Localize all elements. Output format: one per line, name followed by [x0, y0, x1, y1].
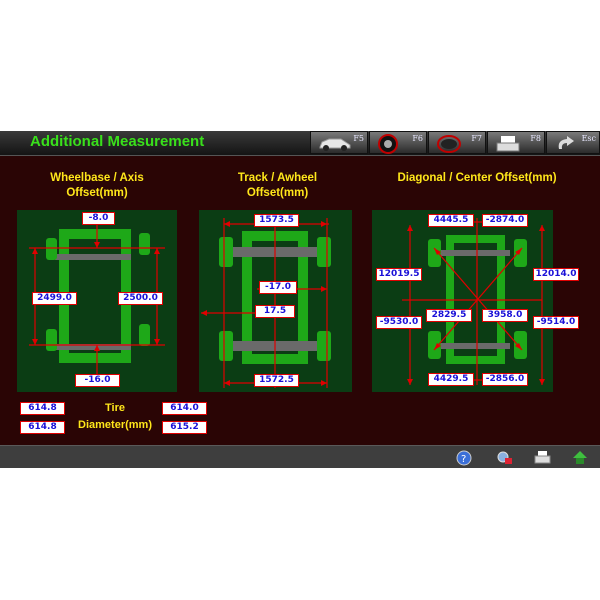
tools-button[interactable]	[496, 449, 513, 466]
wheelbase-top-offset-value: -8.0	[82, 212, 115, 225]
f7-steering-button[interactable]: F7	[428, 131, 486, 154]
tire-rear-left-value: 614.8	[20, 421, 65, 434]
center-offset-left-value: 2829.5	[426, 309, 472, 322]
track-title-line1: Track / Awheel	[237, 172, 318, 184]
f5-car-button[interactable]: F5	[310, 131, 368, 154]
print-icon	[534, 451, 551, 464]
print-button[interactable]	[534, 449, 551, 466]
wheelbase-left-value: 2499.0	[32, 292, 77, 305]
diagonal-right-lower-value: -9514.0	[533, 316, 579, 329]
diagonal-left-upper-value: 12019.5	[376, 268, 422, 281]
wheelbase-title-line1: Wheelbase / Axis	[50, 172, 144, 184]
track-title: Track / Awheel Offset(mm)	[205, 171, 350, 201]
tire-front-right-value: 614.0	[162, 402, 207, 415]
tire-diameter-label: Tire Diameter(mm)	[68, 400, 162, 434]
f7-label: F7	[471, 134, 482, 143]
steering-wheel-icon	[437, 135, 461, 153]
track-panel: 1573.5 -17.0 17.5 1572.5	[199, 210, 352, 392]
tools-icon	[497, 451, 512, 464]
f6-label: F6	[412, 134, 423, 143]
rear-track-value: 1572.5	[254, 374, 299, 387]
back-arrow-icon	[558, 136, 574, 149]
diagonal-bottom-left-value: 4429.5	[428, 373, 474, 386]
esc-label: Esc	[581, 134, 596, 143]
wheelbase-bottom-offset-value: -16.0	[75, 374, 120, 387]
tire-label-line2: Diameter(mm)	[78, 419, 152, 431]
front-track-value: 1573.5	[254, 214, 299, 227]
center-offset-right-value: 3958.0	[482, 309, 528, 322]
wheel-icon	[378, 134, 398, 154]
wheelbase-right-value: 2500.0	[118, 292, 163, 305]
diagonal-left-lower-value: -9530.0	[376, 316, 422, 329]
front-wheel-offset-value: -17.0	[259, 281, 297, 294]
f8-label: F8	[530, 134, 541, 143]
diagonal-right-upper-value: 12014.0	[533, 268, 579, 281]
f6-wheel-button[interactable]: F6	[369, 131, 427, 154]
esc-button[interactable]: Esc	[546, 131, 600, 154]
tire-label-line1: Tire	[105, 402, 125, 414]
printer-icon	[496, 136, 520, 152]
tire-rear-right-value: 615.2	[162, 421, 207, 434]
diagonal-bottom-right-value: -2856.0	[482, 373, 528, 386]
diagonal-top-left-value: 4445.5	[428, 214, 474, 227]
rear-wheel-offset-value: 17.5	[255, 305, 295, 318]
diagonal-diagram	[402, 218, 545, 385]
svg-text:?: ?	[461, 454, 466, 465]
track-diagram	[201, 218, 331, 388]
help-icon: ?	[456, 450, 472, 466]
bottom-toolbar: ?	[0, 445, 600, 468]
car-icon	[319, 138, 351, 151]
tire-front-left-value: 614.8	[20, 402, 65, 415]
title-bar: Additional Measurement F5 F6 F7 F8 Esc	[0, 131, 600, 156]
wheelbase-title: Wheelbase / Axis Offset(mm)	[22, 171, 172, 201]
app-window: Additional Measurement F5 F6 F7 F8 Esc W…	[0, 131, 600, 468]
help-button[interactable]: ?	[456, 449, 473, 466]
wheelbase-panel: -8.0 2499.0 2500.0 -16.0	[17, 210, 177, 392]
f5-label: F5	[353, 134, 364, 143]
home-button[interactable]	[572, 449, 589, 466]
track-title-line2: Offset(mm)	[246, 187, 309, 199]
home-icon	[573, 451, 587, 464]
wheelbase-title-line2: Offset(mm)	[66, 187, 128, 199]
page-title: Additional Measurement	[30, 133, 205, 150]
diagonal-top-right-value: -2874.0	[482, 214, 528, 227]
diagonal-panel: 4445.5 -2874.0 12019.5 12014.0 -9530.0 2…	[372, 210, 579, 392]
f8-print-button[interactable]: F8	[487, 131, 545, 154]
diagonal-title: Diagonal / Center Offset(mm)	[397, 172, 557, 184]
